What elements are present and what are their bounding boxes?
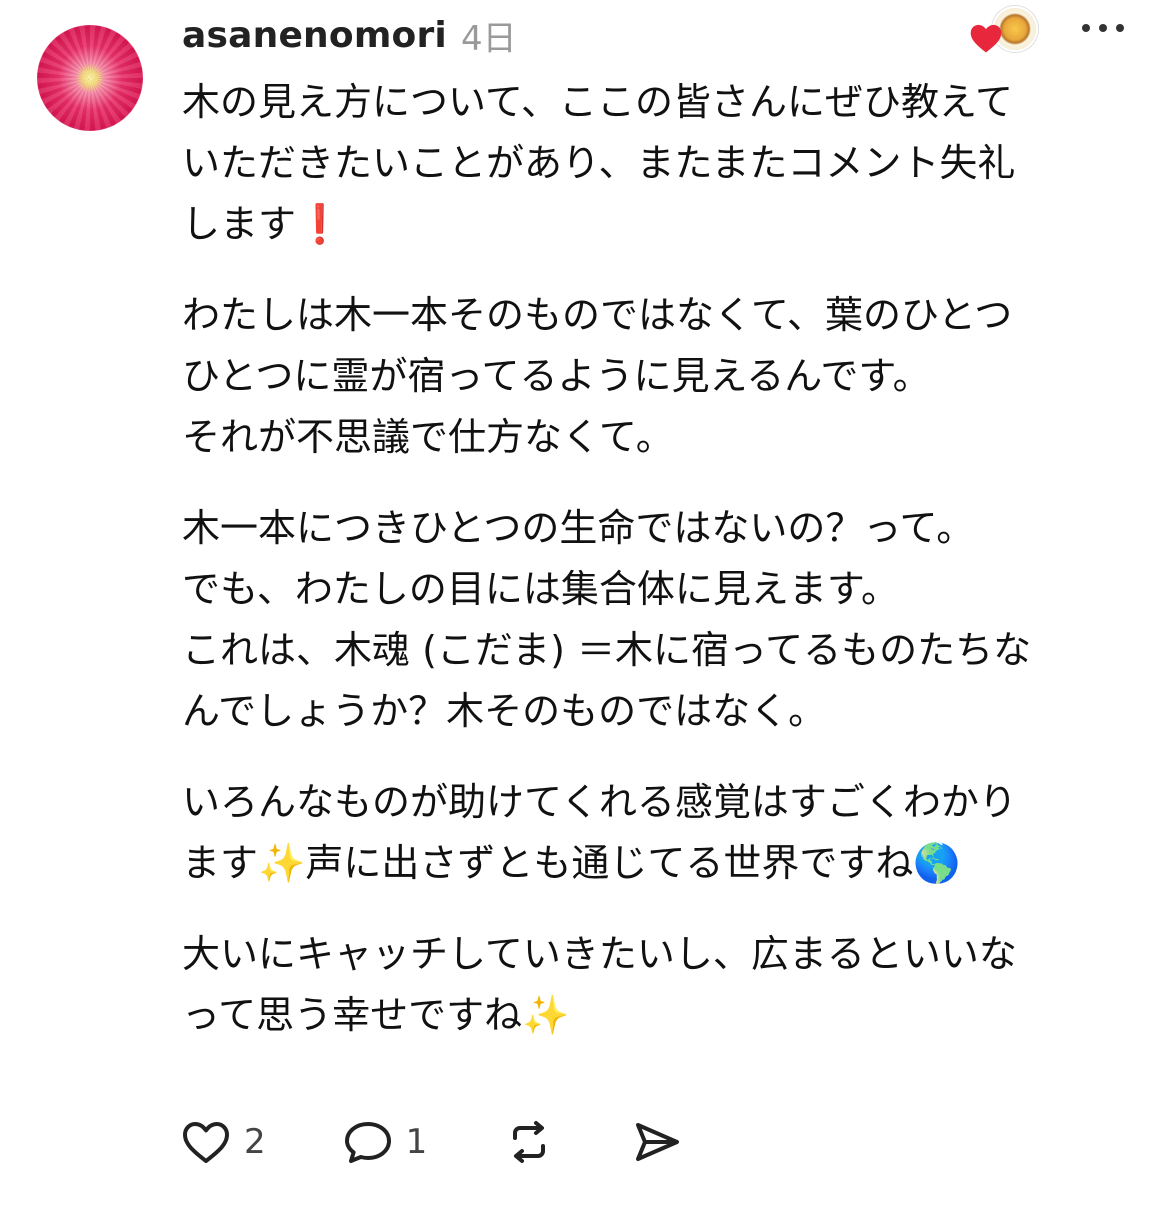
text-line: 木の見え方について、ここの皆さんにぜひ教えて xyxy=(182,80,1014,124)
like-count: 2 xyxy=(244,1122,266,1162)
user-avatar[interactable] xyxy=(37,25,143,131)
comment-post: asanenomori 4日 木の見え方について、ここの皆さんにぜひ教えて いた… xyxy=(0,0,1170,1215)
text-line: わたしは木一本そのものではなくて、葉のひとつ xyxy=(182,293,1013,337)
comment-body: 木の見え方について、ここの皆さんにぜひ教えて いただきたいことがあり、またまたコ… xyxy=(182,72,1132,1046)
text-line: いろんなものが助けてくれる感覚はすごくわかり xyxy=(182,780,1017,824)
timestamp: 4日 xyxy=(460,18,517,59)
text-line: って思う幸せですね✨ xyxy=(182,993,570,1037)
text-line: ひとつに霊が宿ってるように見えるんです。 xyxy=(182,354,931,398)
text-line: それが不思議で仕方なくて。 xyxy=(182,415,674,459)
repost-icon xyxy=(513,1121,546,1163)
comment-paragraph: 木一本につきひとつの生命ではないの？って。 でも、わたしの目には集合体に見えます… xyxy=(182,498,1132,742)
heart-icon xyxy=(970,24,1002,53)
comment-paragraph: 大いにキャッチしていきたいし、広まるといいな って思う幸せですね✨ xyxy=(182,924,1132,1046)
text-line: いただきたいことがあり、またまたコメント失礼 xyxy=(182,141,1016,185)
share-button[interactable] xyxy=(631,1118,683,1166)
send-icon xyxy=(636,1123,680,1161)
comment-paragraph: わたしは木一本そのものではなくて、葉のひとつ ひとつに霊が宿ってるように見えるん… xyxy=(182,285,1132,468)
text-line: します❗️ xyxy=(182,202,344,246)
username[interactable]: asanenomori xyxy=(182,15,447,56)
like-button[interactable]: 2 xyxy=(180,1118,266,1166)
more-dots-icon[interactable] xyxy=(1080,18,1126,38)
speech-bubble-icon xyxy=(344,1122,391,1163)
text-line: ます✨声に出さずとも通じてる世界ですね🌎 xyxy=(182,841,961,885)
comment-paragraph: 木の見え方について、ここの皆さんにぜひ教えて いただきたいことがあり、またまたコ… xyxy=(182,72,1132,255)
text-line: 大いにキャッチしていきたいし、広まるといいな xyxy=(182,932,1017,976)
repost-button[interactable] xyxy=(503,1118,555,1166)
comment-header: asanenomori 4日 xyxy=(182,8,517,62)
text-line: 木一本につきひとつの生命ではないの？って。 xyxy=(182,506,975,550)
author-liked-reaction xyxy=(966,6,1040,56)
reply-button[interactable]: 1 xyxy=(342,1118,428,1166)
reply-count: 1 xyxy=(405,1122,428,1162)
heart-outline-icon xyxy=(183,1122,229,1163)
text-line: でも、わたしの目には集合体に見えます。 xyxy=(182,567,900,611)
action-bar: 2 1 xyxy=(180,1110,759,1174)
text-line: これは、木魂 (こだま) ＝木に宿ってるものたちな xyxy=(182,628,1032,672)
text-line: んでしょうか？木そのものではなく。 xyxy=(182,689,827,733)
comment-paragraph: いろんなものが助けてくれる感覚はすごくわかり ます✨声に出さずとも通じてる世界で… xyxy=(182,772,1132,894)
